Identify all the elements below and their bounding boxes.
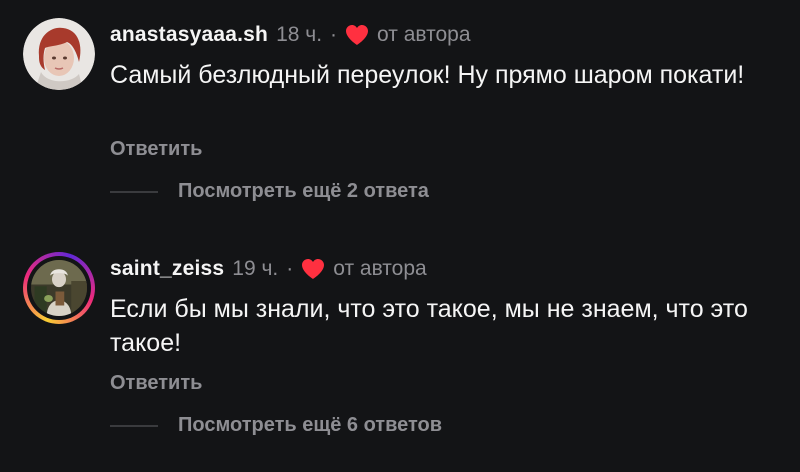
timestamp: 19 ч. bbox=[232, 257, 279, 280]
thread-divider bbox=[110, 190, 158, 193]
avatar-with-story-ring[interactable] bbox=[23, 252, 95, 324]
view-more-replies-button[interactable]: Посмотреть ещё 2 ответа bbox=[110, 180, 429, 203]
username[interactable]: anastasyaaa.sh bbox=[110, 23, 268, 47]
author-liked-label: от автора bbox=[377, 23, 471, 46]
heart-icon bbox=[345, 24, 369, 46]
avatar-photo bbox=[23, 18, 95, 90]
reply-button[interactable]: Ответить bbox=[110, 138, 202, 161]
comment-header: anastasyaaa.sh 18 ч. · от автора bbox=[110, 20, 471, 50]
avatar[interactable] bbox=[23, 18, 95, 90]
separator-dot: · bbox=[330, 23, 338, 46]
view-more-replies-label: Посмотреть ещё 6 ответов bbox=[178, 414, 443, 436]
thread-divider bbox=[110, 424, 158, 427]
comment-text: Самый безлюдный переулок! Ну прямо шаром… bbox=[110, 61, 745, 89]
heart-icon bbox=[301, 258, 325, 280]
username[interactable]: saint_zeiss bbox=[110, 257, 224, 281]
comment-text: Если бы мы знали, что это такое, мы не з… bbox=[110, 295, 748, 357]
timestamp: 18 ч. bbox=[276, 23, 323, 46]
reply-button[interactable]: Ответить bbox=[110, 372, 202, 395]
avatar-photo bbox=[31, 260, 87, 316]
view-more-replies-button[interactable]: Посмотреть ещё 6 ответов bbox=[110, 414, 442, 437]
separator-dot: · bbox=[286, 257, 294, 280]
view-more-replies-label: Посмотреть ещё 2 ответа bbox=[178, 180, 429, 202]
comment-header: saint_zeiss 19 ч. · от автора bbox=[110, 254, 427, 284]
author-liked-label: от автора bbox=[333, 257, 427, 280]
